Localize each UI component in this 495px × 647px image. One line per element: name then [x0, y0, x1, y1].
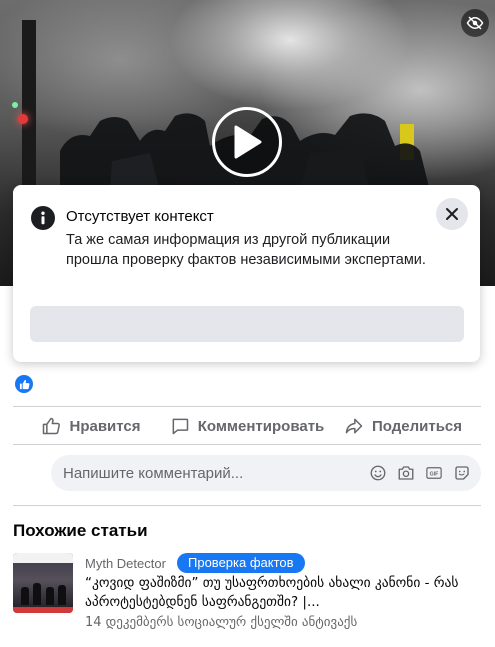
article-snippet: 14 დეკემბერს სოციალურ ქსელში ანტივაქს: [85, 615, 358, 630]
thumbs-up-icon: [43, 417, 61, 435]
share-label: Поделиться: [371, 417, 463, 435]
comment-button[interactable]: Комментировать: [169, 408, 325, 444]
close-button[interactable]: [436, 198, 468, 230]
post-actions: Нравится Комментировать Поделиться: [13, 408, 481, 444]
play-icon: [234, 125, 262, 159]
composer-tools: GIF: [369, 464, 471, 482]
gif-icon-text: GIF: [430, 471, 440, 477]
info-icon: [31, 206, 55, 230]
emoji-icon[interactable]: [369, 464, 387, 482]
eye-slash-icon[interactable]: [461, 9, 489, 37]
like-button[interactable]: Нравится: [13, 408, 169, 444]
thumbnail-header-bar: [13, 553, 73, 563]
thumbnail-figure: [46, 587, 54, 605]
divider: [13, 444, 481, 445]
see-why-button[interactable]: [30, 306, 464, 342]
share-button[interactable]: Поделиться: [325, 408, 481, 444]
comment-icon: [172, 418, 188, 435]
sticker-icon[interactable]: [453, 464, 471, 482]
like-label: Нравится: [69, 417, 141, 435]
missing-context-card: Отсутствует контекст Та же самая информа…: [13, 185, 480, 362]
thumbnail-figure: [58, 585, 66, 605]
thumbnail-figure: [21, 587, 29, 605]
article-headline[interactable]: “კოვიდ ფაშიზმი” თუ უსაფრთხოების ახალი კა…: [85, 574, 483, 612]
related-article[interactable]: Myth Detector Проверка фактов “კოვიდ ფაშ…: [13, 553, 483, 633]
fact-check-badge: Проверка фактов: [177, 553, 305, 573]
share-icon: [345, 418, 363, 434]
context-title: Отсутствует контекст: [66, 208, 214, 225]
comment-composer: GIF: [51, 455, 481, 491]
article-thumbnail[interactable]: [13, 553, 73, 613]
related-articles-title: Похожие статьи: [13, 521, 148, 540]
gif-icon[interactable]: GIF: [425, 464, 443, 482]
comment-label: Комментировать: [197, 417, 325, 435]
context-description: Та же самая информация из другой публика…: [66, 232, 426, 268]
comment-input[interactable]: [63, 464, 369, 482]
divider: [13, 505, 481, 506]
thumbnail-footer-bar: [13, 607, 73, 613]
camera-icon[interactable]: [397, 464, 415, 482]
divider: [13, 406, 481, 407]
thumbnail-figure: [33, 583, 41, 605]
like-reaction-icon[interactable]: [15, 375, 33, 393]
close-icon: [446, 208, 458, 220]
play-button[interactable]: [212, 107, 282, 177]
article-source[interactable]: Myth Detector: [85, 556, 166, 571]
